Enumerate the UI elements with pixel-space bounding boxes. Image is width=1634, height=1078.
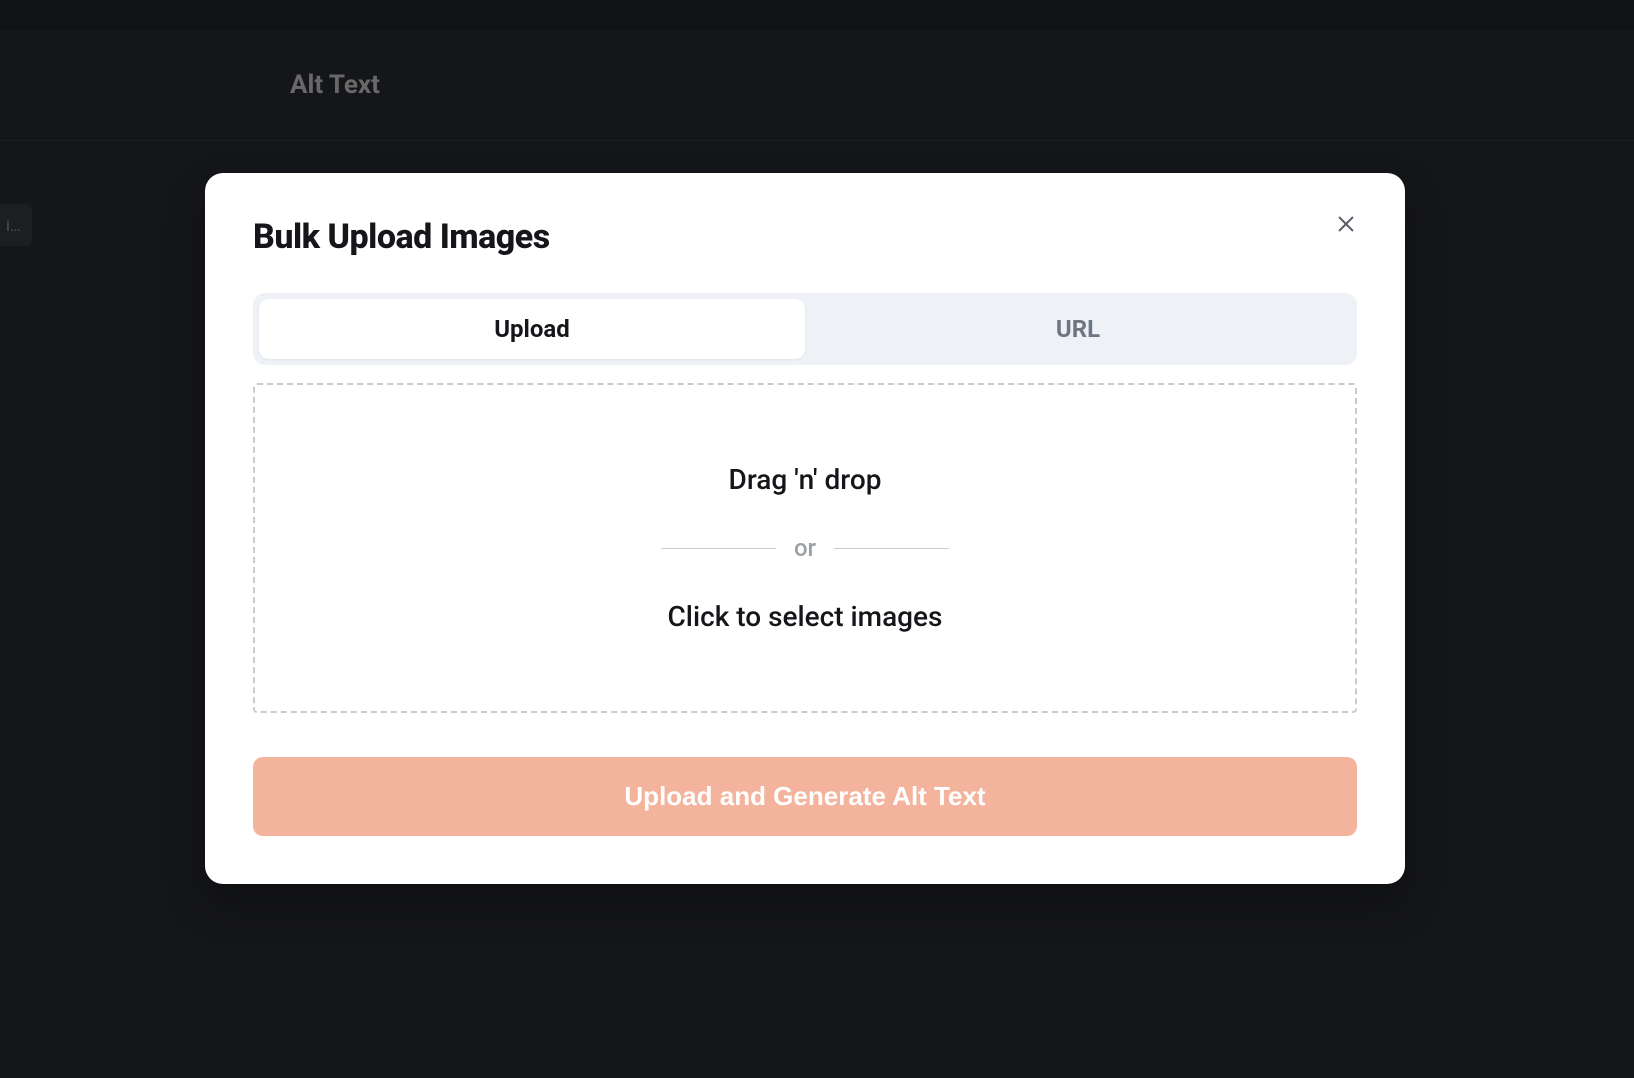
button-label: Upload and Generate Alt Text: [624, 781, 985, 811]
upload-and-generate-button[interactable]: Upload and Generate Alt Text: [253, 757, 1357, 836]
divider-text: or: [794, 534, 816, 562]
modal-title: Bulk Upload Images: [253, 217, 550, 257]
close-button[interactable]: [1331, 209, 1361, 239]
divider-line-right: [834, 548, 949, 549]
dropzone-text-top: Drag 'n' drop: [729, 463, 882, 496]
bulk-upload-modal: Bulk Upload Images Upload URL Drag 'n' d…: [205, 173, 1405, 884]
modal-header: Bulk Upload Images: [253, 217, 1357, 257]
tab-upload[interactable]: Upload: [259, 299, 805, 359]
dropzone-divider: or: [661, 534, 949, 562]
close-icon: [1335, 213, 1357, 235]
upload-mode-tabs: Upload URL: [253, 293, 1357, 365]
dropzone-text-bottom: Click to select images: [668, 600, 943, 633]
tab-url[interactable]: URL: [805, 299, 1351, 359]
divider-line-left: [661, 548, 776, 549]
tab-label: URL: [1056, 315, 1100, 343]
tab-label: Upload: [494, 315, 570, 343]
file-dropzone[interactable]: Drag 'n' drop or Click to select images: [253, 383, 1357, 713]
